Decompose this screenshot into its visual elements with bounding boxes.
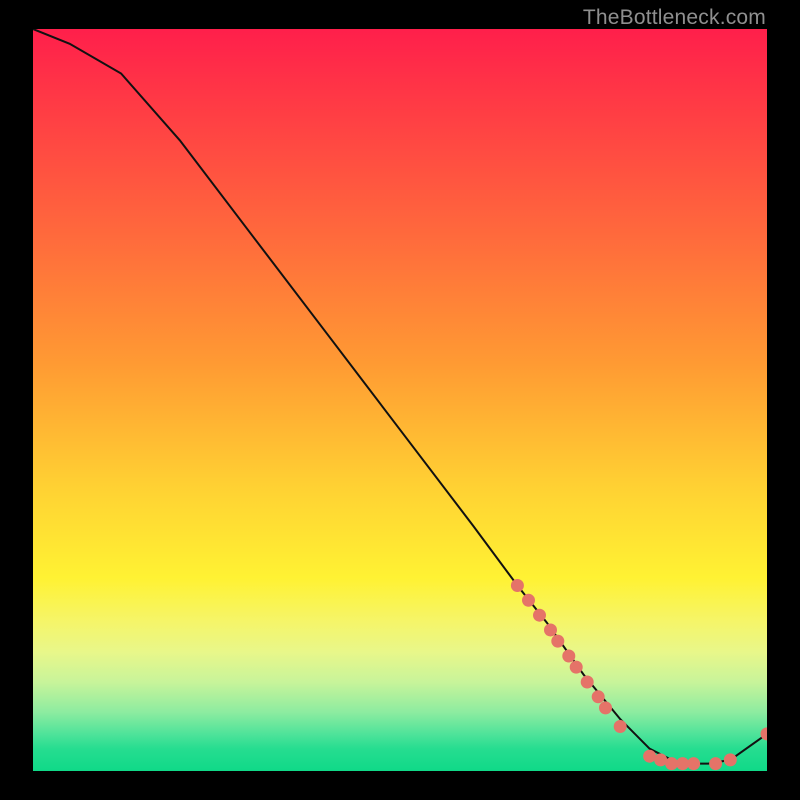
data-point <box>523 594 535 606</box>
chart-stage: TheBottleneck.com <box>0 0 800 800</box>
scatter-points <box>33 29 767 771</box>
data-point <box>545 624 557 636</box>
data-point <box>677 758 689 770</box>
data-point <box>644 750 656 762</box>
data-point <box>592 691 604 703</box>
plot-area <box>33 29 767 771</box>
data-point <box>581 676 593 688</box>
data-point <box>600 702 612 714</box>
data-point <box>534 609 546 621</box>
data-point <box>563 650 575 662</box>
data-point <box>552 635 564 647</box>
data-point <box>614 721 626 733</box>
data-point <box>761 728 767 740</box>
data-point <box>655 754 667 766</box>
data-point <box>570 661 582 673</box>
watermark-text: TheBottleneck.com <box>583 6 766 30</box>
data-point <box>666 758 678 770</box>
data-point <box>688 758 700 770</box>
data-point <box>710 758 722 770</box>
data-point <box>724 754 736 766</box>
data-point <box>511 580 523 592</box>
